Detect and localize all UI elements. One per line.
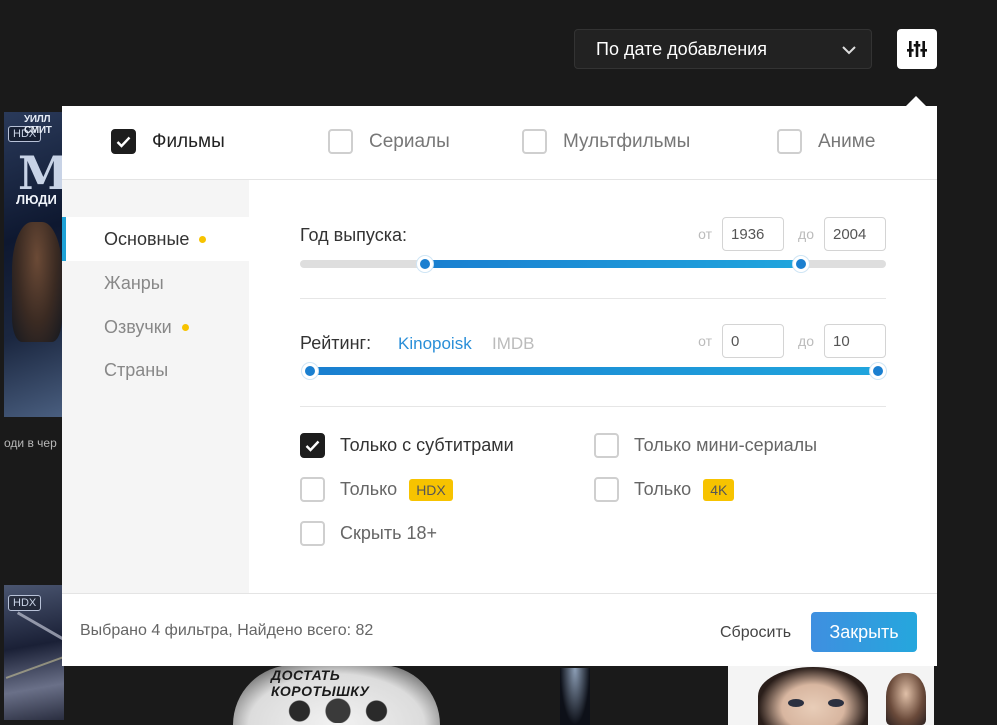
divider: [300, 298, 886, 299]
poster-figure: [886, 673, 926, 725]
year-slider-handle-min[interactable]: [416, 256, 433, 272]
sliders-icon: [907, 41, 927, 57]
option-label: Только мини-сериалы: [634, 435, 818, 455]
content-type-row: Фильмы Сериалы Мультфильмы Аниме: [62, 106, 937, 180]
from-label: от: [698, 226, 713, 242]
filter-panel: Фильмы Сериалы Мультфильмы Аниме Основны…: [62, 106, 937, 666]
type-movies[interactable]: Фильмы: [111, 129, 225, 154]
option-label: Скрыть 18+: [340, 523, 437, 543]
year-range-inputs: от до: [698, 217, 886, 251]
checkbox[interactable]: [328, 129, 353, 154]
type-anime[interactable]: Аниме: [777, 129, 875, 154]
year-label: Год выпуска:: [300, 225, 407, 245]
poster-get-shorty[interactable]: ДОСТАТЬ КОРОТЫШКУ: [233, 665, 440, 725]
rating-to-input[interactable]: [824, 324, 886, 358]
poster-5[interactable]: [728, 665, 934, 725]
poster-actor: УИЛЛ СМИТ: [24, 114, 52, 136]
year-slider-fill: [424, 260, 802, 268]
to-label: до: [798, 333, 814, 349]
sort-selected-label: По дате добавления: [596, 38, 767, 59]
from-label: от: [698, 333, 713, 349]
filter-sidebar: Основные Жанры Озвучки Страны: [62, 180, 249, 593]
option-label: Только с субтитрами: [340, 435, 514, 455]
hdx-badge: HDX: [8, 595, 42, 611]
checkbox[interactable]: [522, 129, 547, 154]
poster-caption[interactable]: оди в чер: [4, 436, 57, 450]
hdx-tag: HDX: [409, 478, 453, 501]
type-cartoons[interactable]: Мультфильмы: [522, 129, 690, 154]
rating-range-inputs: от до: [698, 324, 886, 358]
close-button[interactable]: Закрыть: [811, 612, 917, 652]
rating-slider-track[interactable]: [302, 363, 886, 379]
option-label: Только: [340, 479, 398, 499]
panel-footer: Выбрано 4 фильтра, Найдено всего: 82 Сбр…: [62, 593, 937, 666]
check-icon: [305, 440, 320, 452]
4k-tag: 4K: [703, 478, 735, 501]
sidebar-item-countries[interactable]: Страны: [62, 348, 249, 392]
type-series[interactable]: Сериалы: [328, 129, 450, 154]
indicator-dot: [199, 235, 207, 243]
poster-decoration: [5, 653, 64, 679]
option-mini-series[interactable]: Только мини-сериалы: [594, 433, 817, 458]
option-only-4k[interactable]: Только 4K: [594, 477, 735, 502]
filter-toggle-button[interactable]: [897, 29, 937, 69]
sidebar-item-voiceovers[interactable]: Озвучки: [62, 305, 249, 349]
rating-slider-handle-min[interactable]: [302, 363, 318, 379]
sidebar-item-label: Основные: [104, 228, 190, 249]
poster-decoration: [788, 699, 804, 707]
checkbox-checked[interactable]: [111, 129, 136, 154]
poster-2[interactable]: HDX: [4, 585, 64, 720]
checkbox[interactable]: [777, 129, 802, 154]
filter-summary: Выбрано 4 фильтра, Найдено всего: 82: [80, 622, 374, 639]
type-label: Сериалы: [369, 130, 450, 152]
checkbox[interactable]: [300, 521, 325, 546]
year-to-input[interactable]: [824, 217, 886, 251]
sort-dropdown[interactable]: По дате добавления: [574, 29, 872, 69]
rating-slider-handle-max[interactable]: [870, 363, 886, 379]
checkbox[interactable]: [594, 433, 619, 458]
year-from-input[interactable]: [722, 217, 785, 251]
sidebar-item-label: Жанры: [104, 272, 164, 293]
poster-decoration: [828, 699, 844, 707]
type-label: Мультфильмы: [563, 130, 691, 152]
rating-slider-fill: [310, 367, 878, 375]
checkbox-checked[interactable]: [300, 433, 325, 458]
sidebar-item-main[interactable]: Основные: [62, 217, 249, 261]
rating-source-imdb[interactable]: IMDB: [492, 334, 535, 354]
type-label: Фильмы: [152, 130, 225, 152]
option-only-hdx[interactable]: Только HDX: [300, 477, 453, 502]
chevron-down-icon: [842, 46, 856, 55]
poster-figure: [12, 222, 62, 342]
check-icon: [116, 136, 131, 148]
rating-label: Рейтинг:: [300, 333, 372, 353]
option-label: Только: [634, 479, 692, 499]
type-label: Аниме: [818, 130, 876, 152]
year-slider-track[interactable]: [300, 256, 886, 272]
year-slider-handle-max[interactable]: [793, 256, 810, 272]
poster-subtitle: ЛЮДИ: [16, 192, 57, 207]
poster-figure: [758, 667, 868, 725]
reset-button[interactable]: Сбросить: [720, 624, 791, 642]
sidebar-item-genres[interactable]: Жанры: [62, 261, 249, 305]
indicator-dot: [181, 323, 189, 331]
checkbox[interactable]: [300, 477, 325, 502]
sidebar-item-label: Озвучки: [104, 316, 172, 337]
sidebar-item-label: Страны: [104, 359, 169, 380]
poster-mib[interactable]: HDX УИЛЛ СМИТ M ЛЮДИ: [4, 112, 66, 417]
poster-4[interactable]: [560, 668, 590, 725]
poster-figures: [283, 693, 393, 723]
option-subtitles[interactable]: Только с субтитрами: [300, 433, 514, 458]
divider: [300, 406, 886, 407]
to-label: до: [798, 226, 814, 242]
rating-source-kinopoisk[interactable]: Kinopoisk: [398, 334, 472, 354]
checkbox[interactable]: [594, 477, 619, 502]
poster-decoration: [16, 611, 64, 642]
rating-from-input[interactable]: [722, 324, 785, 358]
option-hide-18[interactable]: Скрыть 18+: [300, 521, 437, 546]
